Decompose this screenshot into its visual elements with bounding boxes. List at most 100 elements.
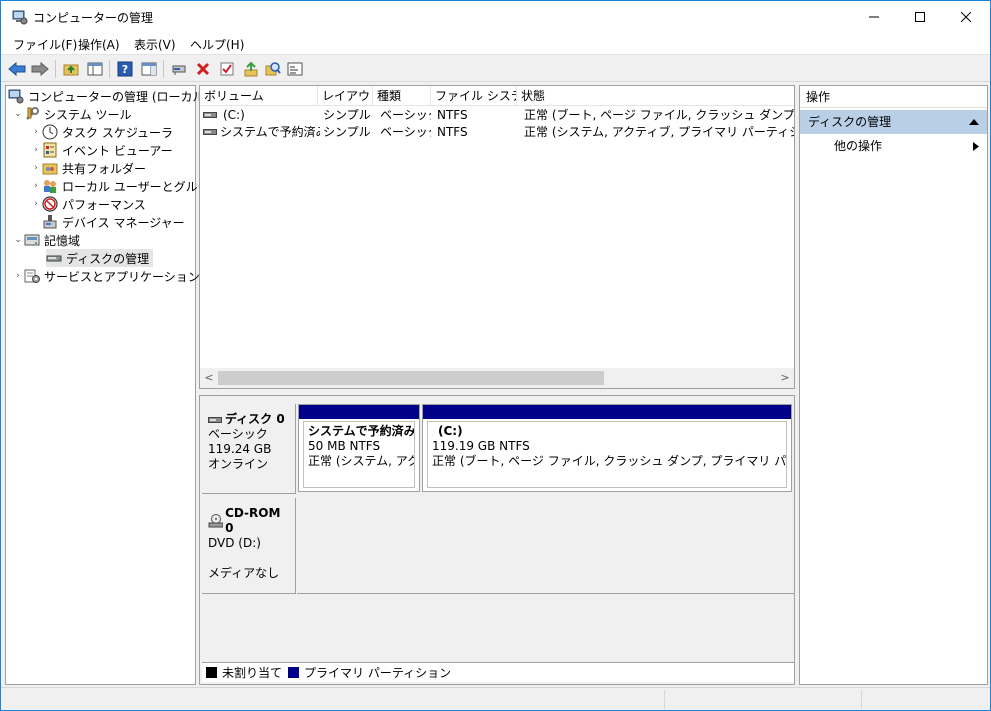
- tree-item-services[interactable]: › サービスとアプリケーション: [12, 267, 200, 285]
- chevron-down-icon[interactable]: ⌄: [12, 235, 24, 245]
- tree-label-root: コンピューターの管理 (ローカル): [28, 89, 210, 104]
- tree-item-event-viewer[interactable]: › イベント ビューアー: [30, 141, 173, 159]
- forward-arrow-icon: [31, 61, 49, 77]
- title-bar: コンピューターの管理: [1, 1, 990, 32]
- tree-item-root[interactable]: コンピューターの管理 (ローカル): [8, 87, 209, 105]
- tree-item-local-users[interactable]: › ローカル ユーザーとグループ: [30, 177, 221, 195]
- forward-button[interactable]: [30, 59, 50, 79]
- console-button[interactable]: [285, 59, 305, 79]
- disk-0-type: ベーシック: [208, 427, 268, 441]
- partition-c-drive[interactable]: (C:) 119.19 GB NTFS 正常 (ブート, ページ ファイル, ク…: [422, 404, 792, 492]
- tree-item-storage[interactable]: ⌄ 記憶域: [12, 231, 80, 249]
- back-arrow-icon: [8, 61, 26, 77]
- menu-help[interactable]: ヘルプ(H): [190, 36, 244, 53]
- disk-0-state: オンライン: [208, 457, 269, 471]
- tree-label-performance: パフォーマンス: [62, 197, 146, 212]
- search-button[interactable]: [263, 59, 283, 79]
- toolbar: ?: [1, 54, 990, 82]
- disk-graphical-view: ディスク 0 ベーシック 119.24 GB オンライン システムで予約済み 5…: [199, 395, 795, 685]
- cell-volume: (C:): [223, 108, 245, 122]
- console-tree: コンピューターの管理 (ローカル) ⌄ システム ツール › タスク スケジュー…: [5, 85, 221, 685]
- close-button[interactable]: [943, 1, 989, 32]
- cell-layout: シンプル: [323, 108, 371, 122]
- cell-status: 正常 (ブート, ページ ファイル, クラッシュ ダンプ, プライマリ パーティ…: [524, 108, 794, 122]
- tree-item-disk-management[interactable]: ディスクの管理: [46, 249, 154, 267]
- more-actions-item[interactable]: 他の操作: [800, 136, 987, 156]
- delete-button[interactable]: [193, 59, 213, 79]
- svg-text:?: ?: [122, 63, 128, 76]
- scroll-right-arrow-icon[interactable]: >: [777, 370, 793, 386]
- menu-action[interactable]: 操作(A): [78, 36, 120, 53]
- delete-x-icon: [196, 62, 210, 76]
- menu-file[interactable]: ファイル(F): [13, 36, 77, 53]
- more-actions-label: 他の操作: [834, 139, 883, 153]
- scrollbar-thumb[interactable]: [218, 371, 604, 385]
- actions-header: 操作: [800, 86, 987, 108]
- connect-button[interactable]: [169, 59, 189, 79]
- cdrom-0-name: CD-ROM 0: [225, 506, 281, 535]
- tree-item-task-scheduler[interactable]: › タスク スケジューラ: [30, 123, 173, 141]
- column-header-filesystem[interactable]: ファイル システム: [431, 86, 517, 106]
- status-segment: [861, 690, 989, 709]
- action-pane-icon: [141, 62, 157, 76]
- chevron-right-icon[interactable]: ›: [30, 181, 42, 191]
- cell-filesystem: NTFS: [437, 125, 468, 139]
- partition-body: (C:) 119.19 GB NTFS 正常 (ブート, ページ ファイル, ク…: [427, 421, 787, 488]
- legend-primary: プライマリ パーティション: [304, 666, 452, 680]
- unallocated-swatch: [206, 667, 217, 678]
- chevron-down-icon[interactable]: ⌄: [12, 109, 24, 119]
- tree-label-shared-folders: 共有フォルダー: [62, 161, 147, 176]
- show-hide-console-tree-button[interactable]: [85, 59, 105, 79]
- column-header-type[interactable]: 種類: [373, 86, 431, 106]
- export-button[interactable]: [241, 59, 261, 79]
- column-header-volume[interactable]: ボリューム: [200, 86, 318, 106]
- up-folder-button[interactable]: [61, 59, 81, 79]
- chevron-right-icon[interactable]: ›: [30, 127, 42, 137]
- tree-label-local-users: ローカル ユーザーとグループ: [62, 179, 221, 194]
- cdrom-0-name-row: CD-ROM 0: [208, 506, 289, 536]
- disk-0-size: 119.24 GB: [208, 442, 272, 456]
- cdrom-0-info[interactable]: CD-ROM 0 DVD (D:) メディアなし: [202, 498, 296, 594]
- minimize-button[interactable]: [851, 1, 897, 32]
- cdrom-drive-icon: [208, 514, 224, 528]
- partition-system-reserved[interactable]: システムで予約済み 50 MB NTFS 正常 (システム, アクティブ, プラ…: [298, 404, 420, 492]
- tree-item-shared-folders[interactable]: › 共有フォルダー: [30, 159, 146, 177]
- menu-bar: ファイル(F) 操作(A) 表示(V) ヘルプ(H): [1, 32, 990, 54]
- back-button[interactable]: [7, 59, 27, 79]
- menu-view[interactable]: 表示(V): [134, 36, 176, 53]
- scroll-left-arrow-icon[interactable]: <: [201, 370, 217, 386]
- tree-label-storage: 記憶域: [44, 233, 81, 248]
- primary-partition-bar: [299, 405, 419, 419]
- maximize-button[interactable]: [897, 1, 943, 32]
- help-button[interactable]: ?: [115, 59, 135, 79]
- partition-body: システムで予約済み 50 MB NTFS 正常 (システム, アクティブ, プラ…: [303, 421, 415, 488]
- storage-icon: [24, 234, 40, 246]
- chevron-right-icon[interactable]: ›: [30, 145, 42, 155]
- tree-item-device-manager[interactable]: デバイス マネージャー: [42, 213, 185, 231]
- actions-section-disk-management[interactable]: ディスクの管理: [800, 110, 987, 134]
- properties-button[interactable]: [217, 59, 237, 79]
- horizontal-scrollbar[interactable]: < >: [200, 368, 794, 388]
- partition-name: システムで予約済み: [308, 424, 415, 438]
- cell-status: 正常 (システム, アクティブ, プライマリ パーティション): [524, 125, 794, 139]
- users-group-icon: [44, 180, 56, 193]
- collapse-up-icon[interactable]: [969, 119, 979, 125]
- cell-volume: システムで予約済み: [220, 125, 320, 139]
- tree-item-system-tools[interactable]: ⌄ システム ツール: [12, 105, 131, 123]
- submenu-arrow-icon: [973, 142, 979, 151]
- column-header-status[interactable]: 状態: [517, 86, 794, 106]
- disk-0-info[interactable]: ディスク 0 ベーシック 119.24 GB オンライン: [202, 404, 296, 494]
- cell-type: ベーシック: [380, 125, 431, 139]
- chevron-right-icon[interactable]: ›: [12, 271, 24, 281]
- volume-list: ボリューム レイアウト 種類 ファイル システム 状態 (C:) シンプル ベー…: [199, 85, 795, 389]
- export-up-arrow-icon: [244, 61, 258, 77]
- chevron-right-icon[interactable]: ›: [30, 199, 42, 209]
- column-header-layout[interactable]: レイアウト: [318, 86, 373, 106]
- legend-unallocated: 未割り当て: [222, 666, 283, 680]
- chevron-right-icon[interactable]: ›: [30, 163, 42, 173]
- primary-swatch: [288, 667, 300, 678]
- show-hide-action-pane-button[interactable]: [139, 59, 159, 79]
- disk-0-name-row: ディスク 0: [208, 412, 289, 427]
- tree-label-system-tools: システム ツール: [44, 107, 132, 122]
- tree-item-performance[interactable]: › パフォーマンス: [30, 195, 146, 213]
